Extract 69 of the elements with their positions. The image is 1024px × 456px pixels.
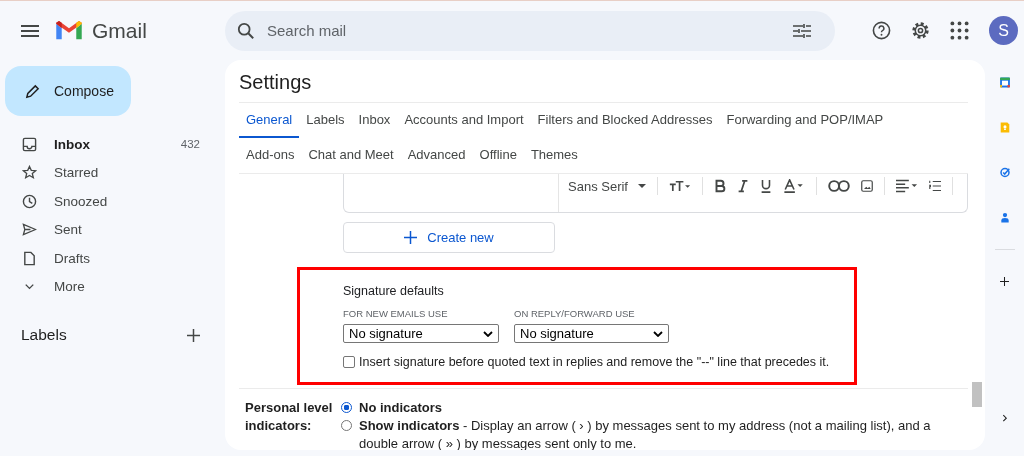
chevron-down-icon (653, 330, 663, 337)
signature-editor[interactable]: Sans Serif (343, 174, 968, 213)
create-new-button[interactable]: Create new (343, 222, 555, 253)
menu-icon[interactable] (21, 24, 39, 37)
setting-label: Personal level indicators: (245, 399, 334, 435)
section-title: Signature defaults (343, 284, 445, 298)
page-title: Settings (239, 70, 313, 94)
search-field[interactable]: Search mail (225, 10, 835, 51)
search-input[interactable]: Search mail (265, 21, 793, 40)
scrollbar-thumb[interactable] (972, 382, 982, 407)
clock-icon (22, 193, 37, 209)
radio-button[interactable] (341, 402, 352, 413)
text-color-icon[interactable] (783, 179, 805, 193)
option-label: No indicators (359, 399, 443, 417)
inbox-icon (22, 136, 37, 152)
folder-item[interactable]: Snoozed (0, 187, 225, 216)
settings-tab[interactable]: Chat and Meet (301, 138, 401, 173)
folder-item[interactable]: More (0, 272, 225, 301)
folder-item[interactable]: Inbox 432 (0, 130, 225, 159)
checkbox[interactable] (343, 356, 355, 368)
select-label: ON REPLY/FORWARD USE (514, 308, 636, 319)
checkbox-label: Insert signature before quoted text in replies and remove the "--" line that precedes it. (359, 355, 830, 369)
align-icon[interactable] (896, 179, 918, 193)
send-icon (22, 222, 37, 238)
link-icon[interactable] (828, 179, 850, 193)
settings-tab[interactable]: Accounts and Import (397, 103, 531, 138)
font-dropdown[interactable]: Sans Serif (568, 178, 646, 194)
add-icon[interactable] (187, 328, 200, 342)
mail-logo-icon[interactable] (56, 20, 82, 41)
italic-icon[interactable] (737, 179, 749, 193)
settings-tab[interactable]: Inbox (351, 103, 398, 138)
image-icon[interactable] (861, 179, 873, 193)
settings-tab[interactable]: Forwarding and POP/IMAP (719, 103, 891, 138)
chevron-right-icon[interactable] (1000, 413, 1009, 422)
option-label: Show indicators - Display an arrow ( › ) by messages sent to my address (not a mailing list), and a double arrow ( » ) by messages sent only to me. (359, 417, 932, 450)
settings-tab[interactable]: General (239, 103, 300, 138)
settings-tab[interactable]: Labels (299, 103, 352, 138)
signature-select[interactable]: No signature (514, 324, 669, 343)
settings-tab[interactable]: Offline (472, 138, 524, 173)
numbered-list-icon[interactable] (929, 179, 941, 193)
underline-icon[interactable] (760, 179, 772, 193)
folder-item[interactable]: Sent (0, 215, 225, 244)
document-icon (22, 250, 37, 266)
star-icon (22, 165, 37, 181)
signature-select[interactable]: No signature (343, 324, 499, 343)
settings-tab[interactable]: Themes (523, 138, 585, 173)
bold-icon[interactable] (714, 179, 726, 193)
settings-tab[interactable]: Filters and Blocked Addresses (530, 103, 720, 138)
labels-heading: Labels (21, 326, 67, 344)
help-icon[interactable] (872, 21, 891, 40)
settings-tab[interactable]: Add-ons (239, 138, 302, 173)
folder-item[interactable]: Starred (0, 158, 225, 187)
chevron-down-icon (483, 330, 493, 337)
compose-button[interactable]: Compose (5, 66, 131, 116)
filter-sliders-icon[interactable] (793, 22, 811, 39)
text-size-icon[interactable] (669, 179, 691, 193)
select-label: FOR NEW EMAILS USE (343, 308, 449, 319)
settings-tab[interactable]: Advanced (400, 138, 473, 173)
unread-count: 432 (180, 138, 200, 151)
caret-icon (638, 184, 646, 188)
app-name: Gmail (92, 18, 148, 43)
settings-icon[interactable] (911, 21, 930, 40)
pencil-icon (25, 83, 40, 99)
search-icon[interactable] (237, 21, 255, 40)
account-avatar[interactable]: S (989, 16, 1018, 45)
plus-icon (404, 231, 418, 244)
add-icon[interactable] (998, 276, 1011, 286)
folder-item[interactable]: Drafts (0, 244, 225, 273)
apps-grid-icon[interactable] (950, 21, 969, 40)
